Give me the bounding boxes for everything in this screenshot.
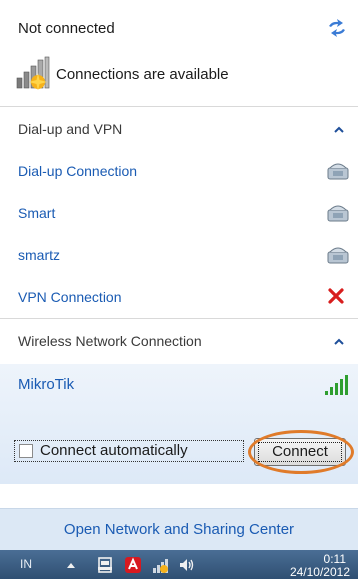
divider xyxy=(0,106,358,107)
taskbar: IN 0:11 24/10/2012 xyxy=(0,550,358,579)
section-dialup-vpn-header[interactable]: Dial-up and VPN xyxy=(0,110,358,148)
list-item-dialup-connection[interactable]: Dial-up Connection xyxy=(0,152,358,192)
chevron-up-icon[interactable] xyxy=(334,126,344,133)
device-icon[interactable] xyxy=(96,556,114,574)
network-name: MikroTik xyxy=(18,376,75,393)
connection-label: smartz xyxy=(18,247,60,263)
connect-button[interactable]: Connect xyxy=(254,438,346,466)
flyout-footer: Open Network and Sharing Center xyxy=(0,508,358,550)
connection-label: Smart xyxy=(18,205,56,221)
list-item-smartz[interactable]: smartz xyxy=(0,236,358,276)
list-item-mikrotik-network[interactable]: MikroTik Connect automatically Connect xyxy=(0,364,358,484)
show-hidden-icons-icon[interactable] xyxy=(66,561,76,569)
checkbox-label: Connect automatically xyxy=(40,442,188,459)
connection-label: Dial-up Connection xyxy=(18,163,138,179)
clock-time[interactable]: 0:11 xyxy=(286,552,346,566)
phone-modem-icon xyxy=(327,247,349,264)
connect-automatically-checkbox[interactable]: Connect automatically xyxy=(14,440,244,462)
avira-antivirus-icon[interactable] xyxy=(124,556,142,574)
connect-button-label: Connect xyxy=(272,443,328,460)
phone-modem-icon xyxy=(327,163,349,180)
clock-date[interactable]: 24/10/2012 xyxy=(268,565,350,579)
list-item-vpn-connection[interactable]: VPN Connection xyxy=(0,278,358,318)
section-wireless-header[interactable]: Wireless Network Connection xyxy=(0,322,358,360)
phone-modem-icon xyxy=(327,205,349,222)
divider xyxy=(0,318,358,319)
open-network-sharing-center-link[interactable]: Open Network and Sharing Center xyxy=(0,521,358,538)
connections-available-text: Connections are available xyxy=(56,66,229,83)
red-x-icon xyxy=(328,288,344,304)
connection-status-text: Not connected xyxy=(18,20,115,37)
wifi-signal-icon xyxy=(325,375,348,395)
flyout-header: Not connected Connections are available xyxy=(0,0,358,106)
network-signal-available-icon xyxy=(16,56,50,90)
network-flyout: Not connected Connections are available … xyxy=(0,0,358,579)
checkbox-box[interactable] xyxy=(19,444,33,458)
volume-icon[interactable] xyxy=(178,556,196,574)
language-indicator[interactable]: IN xyxy=(20,557,32,571)
section-title: Wireless Network Connection xyxy=(18,333,202,349)
connection-label: VPN Connection xyxy=(18,289,122,305)
section-title: Dial-up and VPN xyxy=(18,121,123,137)
network-tray-icon[interactable] xyxy=(152,556,170,574)
chevron-up-icon[interactable] xyxy=(334,338,344,345)
refresh-icon[interactable] xyxy=(326,18,348,38)
list-item-smart[interactable]: Smart xyxy=(0,194,358,234)
